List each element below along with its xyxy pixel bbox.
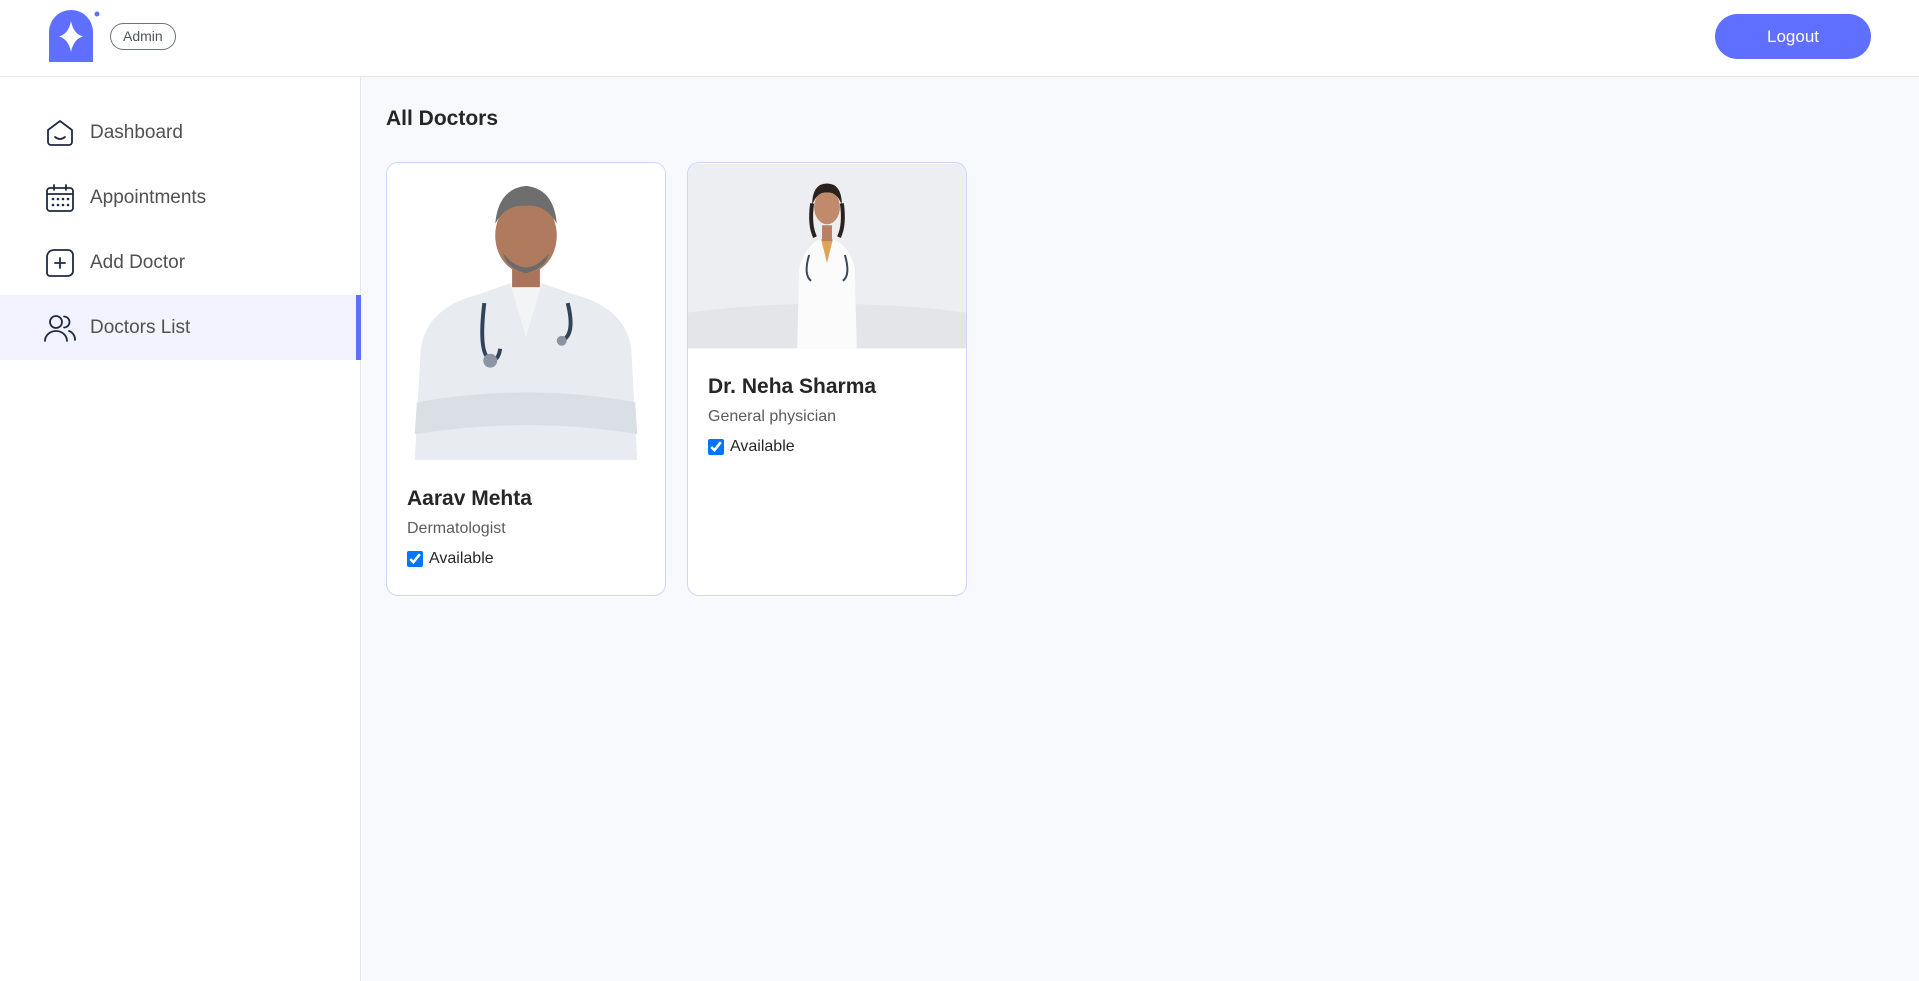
- calendar-icon: [44, 182, 76, 214]
- availability-toggle[interactable]: Available: [407, 550, 665, 568]
- doctor-photo: [688, 163, 966, 349]
- main-content: All Doctors Aarav Mehta Dermatologist Av…: [361, 77, 1919, 981]
- role-badge: Admin: [110, 23, 176, 50]
- sidebar-item-dashboard[interactable]: Dashboard: [0, 100, 360, 165]
- doctor-photo: [387, 164, 665, 460]
- doctor-name: Dr. Neha Sharma: [708, 375, 877, 398]
- availability-label: Available: [429, 550, 494, 567]
- sidebar-item-label: Add Doctor: [90, 251, 186, 273]
- sidebar-item-add-doctor[interactable]: Add Doctor: [0, 230, 360, 295]
- doctor-speciality: Dermatologist: [407, 520, 506, 537]
- doctor-name: Aarav Mehta: [407, 487, 532, 510]
- availability-checkbox[interactable]: [708, 439, 724, 455]
- availability-toggle[interactable]: Available: [708, 438, 966, 456]
- sidebar-item-doctors-list[interactable]: Doctors List: [0, 295, 361, 360]
- top-bar: Admin Logout: [0, 0, 1919, 77]
- availability-label: Available: [730, 438, 795, 455]
- sidebar-item-appointments[interactable]: Appointments: [0, 165, 360, 230]
- sidebar-item-label: Appointments: [90, 186, 207, 208]
- page-title: All Doctors: [386, 107, 499, 130]
- sidebar: Dashboard Appointments Add Doctor Doctor…: [0, 77, 361, 981]
- people-icon: [44, 312, 76, 344]
- home-icon: [44, 117, 76, 149]
- availability-checkbox[interactable]: [407, 551, 423, 567]
- doctor-card[interactable]: Aarav Mehta Dermatologist Available: [386, 162, 666, 596]
- doctor-speciality: General physician: [708, 408, 837, 425]
- logo-icon[interactable]: [49, 10, 101, 62]
- add-icon: [44, 247, 76, 279]
- sidebar-item-label: Dashboard: [90, 121, 183, 143]
- logout-button[interactable]: Logout: [1715, 14, 1871, 59]
- doctor-card[interactable]: Dr. Neha Sharma General physician Availa…: [687, 162, 967, 596]
- sidebar-item-label: Doctors List: [90, 316, 191, 338]
